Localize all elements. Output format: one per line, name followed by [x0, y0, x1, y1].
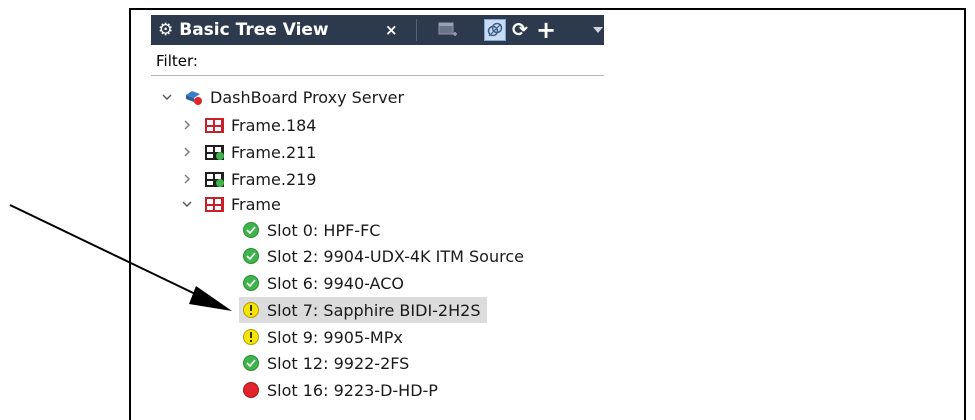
panel-title: Basic Tree View — [179, 20, 329, 40]
add-icon[interactable]: + — [536, 15, 556, 45]
chevron-right-icon[interactable] — [180, 174, 194, 184]
tree-item-slot[interactable]: Slot 16: 9223-D-HD-P — [243, 377, 438, 403]
link-toggle-button[interactable] — [484, 19, 506, 41]
status-ok-icon — [243, 275, 259, 291]
status-error-icon — [243, 382, 259, 398]
tree-item-frame-219[interactable]: Frame.219 — [180, 166, 316, 192]
status-ok-icon — [243, 248, 259, 264]
tree-item-label: Slot 16: 9223-D-HD-P — [267, 380, 438, 400]
chevron-right-icon[interactable] — [180, 120, 194, 130]
tree-item-slot[interactable]: Slot 6: 9940-ACO — [243, 270, 404, 296]
chevron-down-icon[interactable] — [180, 201, 194, 208]
tree-item-slot[interactable]: Slot 0: HPF-FC — [243, 217, 380, 243]
panel-tab[interactable]: ⚙ Basic Tree View — [158, 15, 329, 45]
filter-bar: Filter: — [151, 47, 604, 76]
frame-ok-icon — [205, 171, 224, 187]
frame-ok-icon — [205, 144, 224, 160]
panel-tab-bar: ⚙ Basic Tree View × ⟳ + — [151, 15, 604, 45]
tree-root-item[interactable]: DashBoard Proxy Server — [160, 84, 404, 110]
new-window-icon[interactable] — [438, 22, 458, 39]
filter-input[interactable] — [217, 51, 596, 73]
chevron-down-icon[interactable] — [593, 27, 603, 33]
status-ok-icon — [243, 355, 259, 371]
gear-icon: ⚙ — [158, 20, 174, 40]
tree-item-frame[interactable]: Frame — [180, 191, 281, 217]
tree-item-label: Frame.219 — [231, 169, 317, 189]
tree-item-slot-selected[interactable]: Slot 7: Sapphire BIDI-2H2S — [239, 297, 488, 323]
chevron-down-icon[interactable] — [160, 94, 174, 101]
tree-item-label: DashBoard Proxy Server — [210, 87, 405, 107]
toolbar-divider — [416, 19, 417, 41]
tree-item-label: Frame.211 — [231, 142, 317, 162]
tree-item-label: Frame — [231, 194, 281, 214]
tree-item-slot[interactable]: Slot 2: 9904-UDX-4K ITM Source — [243, 243, 524, 269]
tree-item-label: Slot 7: Sapphire BIDI-2H2S — [267, 300, 481, 320]
status-warning-icon — [243, 302, 259, 318]
tree-item-slot[interactable]: Slot 9: 9905-MPx — [243, 324, 403, 350]
refresh-icon[interactable]: ⟳ — [512, 15, 528, 45]
tree-item-frame-184[interactable]: Frame.184 — [180, 112, 316, 138]
proxy-server-icon — [186, 91, 202, 105]
tree-item-label: Slot 0: HPF-FC — [267, 220, 381, 240]
close-tab-button[interactable]: × — [385, 15, 398, 45]
status-warning-icon — [243, 329, 259, 345]
tree-item-label: Slot 12: 9922-2FS — [267, 353, 410, 373]
status-ok-icon — [243, 222, 259, 238]
filter-label: Filter: — [156, 52, 198, 70]
tree-item-label: Frame.184 — [231, 115, 317, 135]
frame-error-icon — [205, 196, 224, 212]
tree-item-slot[interactable]: Slot 12: 9922-2FS — [243, 350, 409, 376]
frame-error-icon — [205, 117, 224, 133]
tree-item-label: Slot 9: 9905-MPx — [267, 327, 403, 347]
tree-item-label: Slot 6: 9940-ACO — [267, 273, 404, 293]
chevron-right-icon[interactable] — [180, 147, 194, 157]
link-toggle-icon — [487, 22, 503, 37]
tree-item-frame-211[interactable]: Frame.211 — [180, 139, 316, 165]
tree-item-label: Slot 2: 9904-UDX-4K ITM Source — [267, 246, 524, 266]
